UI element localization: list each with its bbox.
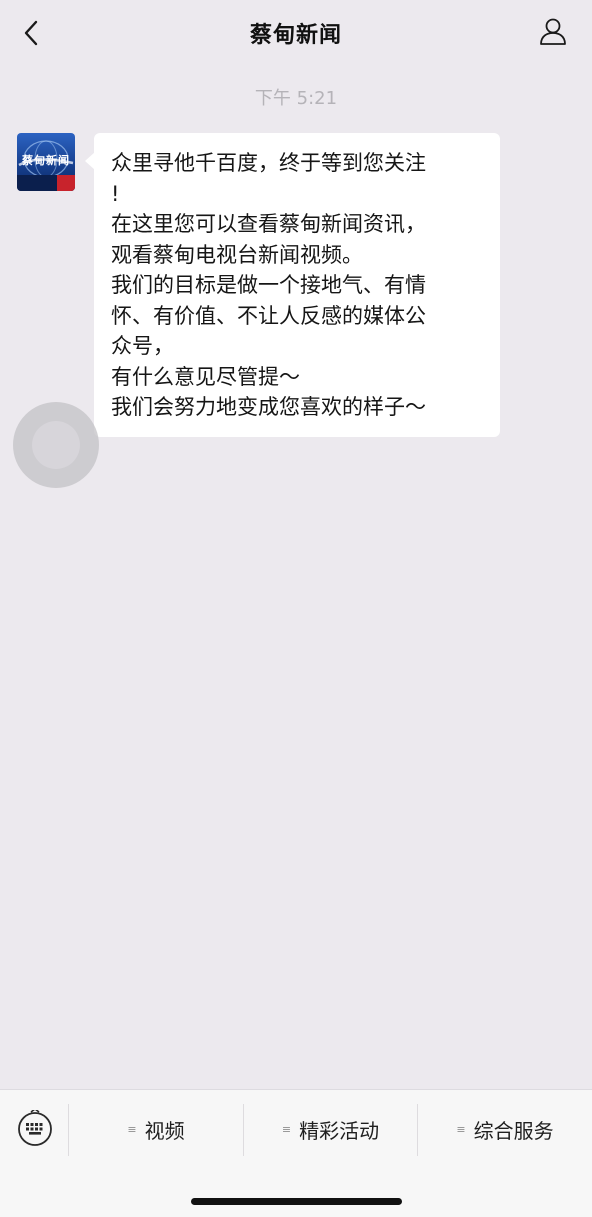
menu-lines-icon: ≡ — [456, 1122, 466, 1136]
avatar-label: 蔡甸新闻 — [22, 154, 70, 167]
menu-lines-icon: ≡ — [281, 1122, 292, 1136]
floating-button-core — [32, 421, 80, 469]
menu-item-label: 综合服务 — [473, 1118, 554, 1143]
avatar[interactable]: 蔡甸新闻 — [17, 133, 75, 191]
menu-item-video[interactable]: ≡ 视频 — [69, 1114, 243, 1144]
menu-lines-icon: ≡ — [127, 1122, 137, 1136]
keyboard-toggle-button[interactable] — [16, 1108, 54, 1148]
floating-assistive-button[interactable] — [13, 402, 99, 488]
keyboard-icon — [18, 1108, 52, 1146]
nav-bar: 蔡甸新闻 — [0, 0, 592, 64]
home-indicator[interactable] — [191, 1198, 402, 1205]
person-icon — [540, 18, 566, 45]
message-timestamp: 下午 5:21 — [254, 88, 338, 109]
page-title: 蔡甸新闻 — [249, 23, 342, 48]
message-bubble[interactable]: 众里寻他千百度，终于等到您关注 ! 在这里您可以查看蔡甸新闻资讯， 观看蔡甸电视… — [94, 133, 500, 437]
menu-item-services[interactable]: ≡ 综合服务 — [418, 1114, 592, 1144]
menu-item-label: 精彩活动 — [299, 1118, 380, 1143]
profile-button[interactable] — [536, 14, 570, 48]
menu-item-activities[interactable]: ≡ 精彩活动 — [244, 1114, 417, 1144]
menu-item-label: 视频 — [144, 1118, 185, 1143]
